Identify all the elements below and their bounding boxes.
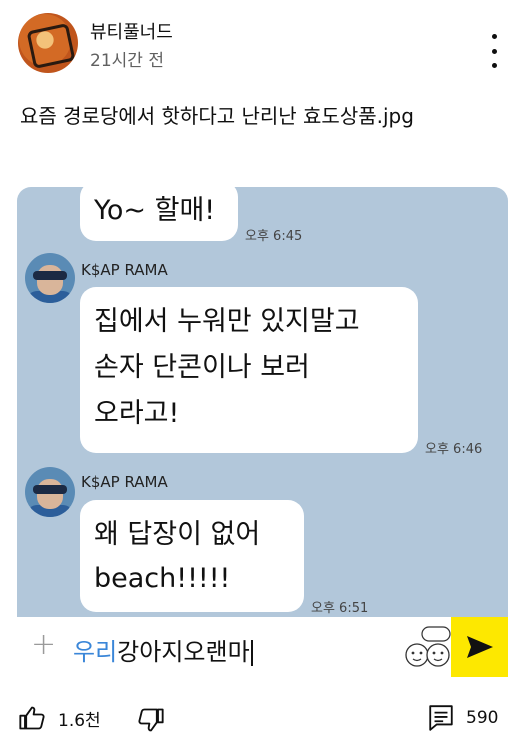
chat-user-avatar: [25, 253, 75, 303]
channel-logo-mark: [26, 23, 76, 69]
like-button[interactable]: 1.6천: [18, 704, 101, 732]
chat-bubble: 집에서 누워만 있지말고 손자 단콘이나 보러 오라고!: [80, 287, 418, 453]
chat-bubble: 왜 답장이 없어 beach!!!!!: [80, 500, 304, 612]
more-dot-icon: [491, 48, 497, 54]
send-icon: [466, 636, 493, 658]
chat-user-avatar: [25, 467, 75, 517]
chat-timestamp: 오후 6:51: [311, 601, 369, 616]
channel-name[interactable]: 뷰티풀너드: [90, 18, 173, 44]
chat-message-text: 집에서 누워만 있지말고 손자 단콘이나 보러 오라고!: [94, 306, 360, 429]
post-actions: 1.6천 590: [0, 690, 524, 750]
chat-message-text: Yo~ 할매!: [94, 195, 216, 226]
plus-icon: +: [31, 627, 57, 662]
chat-sender-name: K$AP RAMA: [81, 261, 168, 279]
chat-timestamp: 오후 6:45: [245, 229, 303, 244]
thumbs-down-icon: [138, 708, 164, 732]
chat-timestamp: 오후 6:46: [425, 442, 483, 457]
post-time: 21시간 전: [90, 51, 164, 71]
post-text: 요즘 경로당에서 핫하다고 난리난 효도상품.jpg: [20, 104, 414, 128]
chat-screenshot-image: Yo~ 할매! 오후 6:45 K$AP RAMA 집에서 누워만 있지말고 손…: [17, 187, 508, 617]
chat-input-bar: + 우리강아지오랜마: [17, 617, 508, 677]
chat-message-text: 왜 답장이 없어 beach!!!!!: [94, 519, 261, 594]
thumbs-up-icon: [19, 706, 45, 730]
send-button: [451, 617, 508, 677]
chat-sender-name: K$AP RAMA: [81, 473, 168, 491]
chat-bubble: Yo~ 할매!: [80, 187, 238, 241]
input-highlighted-text: 우리: [73, 638, 118, 666]
post-header: 뷰티풀너드 21시간 전: [0, 0, 524, 90]
channel-avatar[interactable]: [18, 13, 78, 73]
comment-count: 590: [466, 708, 499, 728]
chat-input-text: 우리강아지오랜마: [73, 632, 253, 667]
more-dot-icon: [491, 34, 497, 39]
input-text: 강아지오랜마: [117, 638, 250, 666]
emoticon-icon: [405, 626, 451, 667]
more-dot-icon: [491, 63, 497, 68]
dislike-button[interactable]: [137, 706, 165, 734]
comment-icon: [429, 705, 453, 731]
more-options-button[interactable]: [482, 34, 506, 68]
like-count: 1.6천: [58, 710, 101, 731]
text-caret: [250, 640, 253, 666]
comments-button[interactable]: 590: [428, 704, 498, 732]
